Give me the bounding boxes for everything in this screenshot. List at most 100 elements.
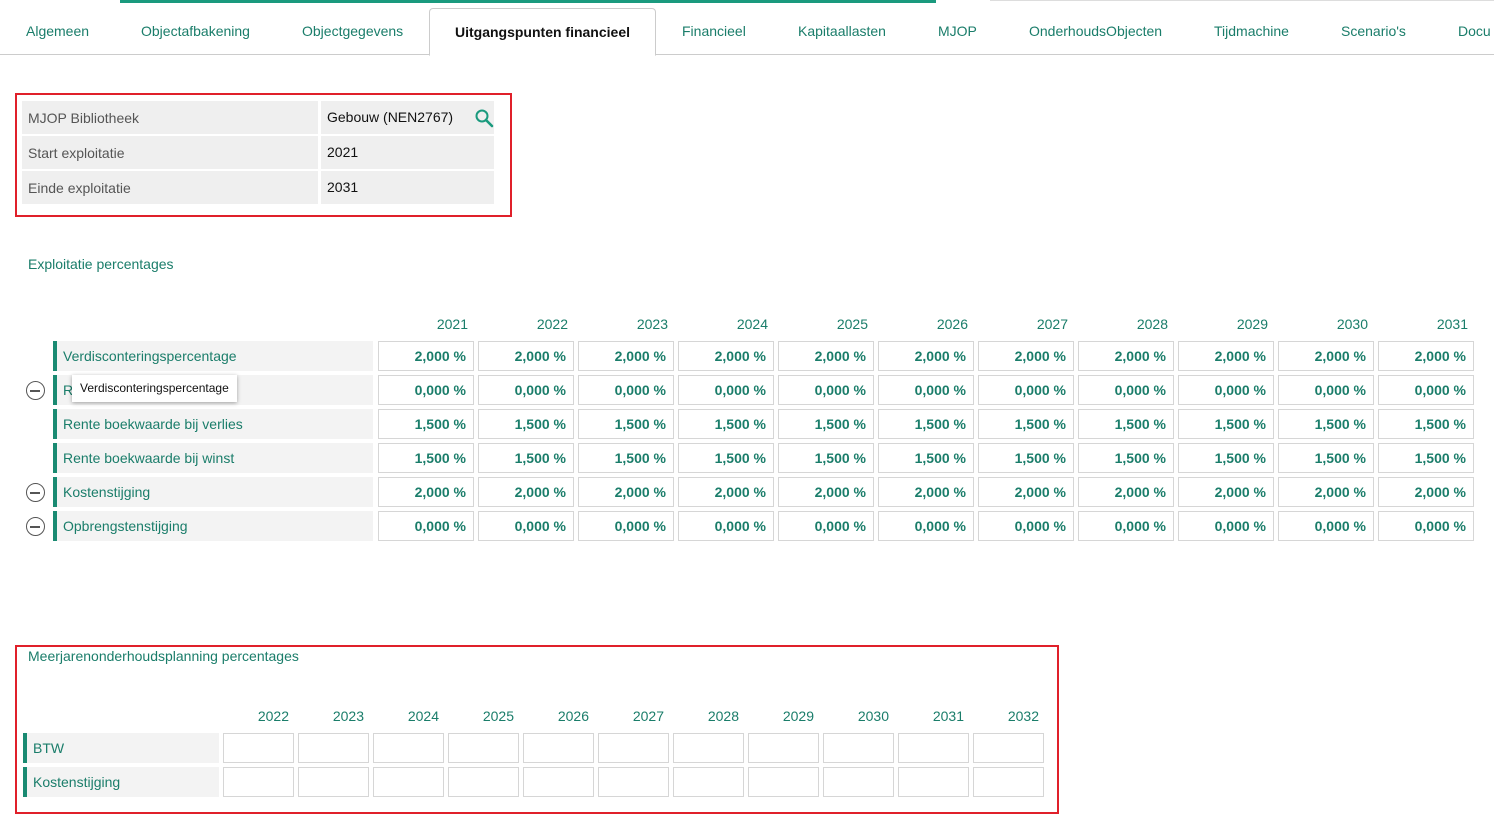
tab-onderhoudsobjecten[interactable]: OnderhoudsObjecten: [1029, 8, 1162, 55]
exploitatie-percentage-cell[interactable]: 1,500 %: [1178, 409, 1274, 439]
exploitatie-percentage-cell[interactable]: 2,000 %: [678, 341, 774, 371]
exploitatie-percentage-cell[interactable]: 1,500 %: [478, 443, 574, 473]
mjop-percentage-cell[interactable]: [673, 733, 744, 763]
tab-objectafbakening[interactable]: Objectafbakening: [141, 8, 250, 55]
mjop-percentage-cell[interactable]: [598, 767, 669, 797]
exploitatie-percentage-cell[interactable]: 2,000 %: [1378, 477, 1474, 507]
exploitatie-percentage-cell[interactable]: 1,500 %: [1078, 443, 1174, 473]
search-icon[interactable]: [474, 108, 494, 128]
exploitatie-percentage-cell[interactable]: 2,000 %: [478, 341, 574, 371]
tab-tijdmachine[interactable]: Tijdmachine: [1214, 8, 1289, 55]
exploitatie-percentage-cell[interactable]: 0,000 %: [378, 511, 474, 541]
einde-exploitatie-value[interactable]: 2031: [321, 171, 494, 204]
tab-financieel[interactable]: Financieel: [682, 8, 746, 55]
mjop-percentage-cell[interactable]: [298, 767, 369, 797]
exploitatie-percentage-cell[interactable]: 0,000 %: [878, 511, 974, 541]
exploitatie-percentage-cell[interactable]: 2,000 %: [878, 477, 974, 507]
exploitatie-percentage-cell[interactable]: 0,000 %: [1078, 511, 1174, 541]
exploitatie-percentage-cell[interactable]: 2,000 %: [1078, 341, 1174, 371]
exploitatie-percentage-cell[interactable]: 2,000 %: [1378, 341, 1474, 371]
exploitatie-percentage-cell[interactable]: 0,000 %: [1278, 375, 1374, 405]
exploitatie-percentage-cell[interactable]: 1,500 %: [578, 409, 674, 439]
exploitatie-percentage-cell[interactable]: 2,000 %: [1078, 477, 1174, 507]
exploitatie-percentage-cell[interactable]: 1,500 %: [578, 443, 674, 473]
remove-row-icon[interactable]: [26, 483, 45, 502]
tab-mjop[interactable]: MJOP: [938, 8, 977, 55]
exploitatie-percentage-cell[interactable]: 0,000 %: [978, 375, 1074, 405]
exploitatie-percentage-cell[interactable]: 2,000 %: [1278, 341, 1374, 371]
exploitatie-percentage-cell[interactable]: 0,000 %: [678, 375, 774, 405]
exploitatie-percentage-cell[interactable]: 0,000 %: [578, 511, 674, 541]
mjop-percentage-cell[interactable]: [598, 733, 669, 763]
exploitatie-percentage-cell[interactable]: 1,500 %: [1378, 409, 1474, 439]
exploitatie-percentage-cell[interactable]: 0,000 %: [478, 511, 574, 541]
exploitatie-percentage-cell[interactable]: 1,500 %: [678, 409, 774, 439]
mjop-percentage-cell[interactable]: [898, 733, 969, 763]
exploitatie-percentage-cell[interactable]: 0,000 %: [478, 375, 574, 405]
exploitatie-percentage-cell[interactable]: 0,000 %: [1178, 375, 1274, 405]
exploitatie-percentage-cell[interactable]: 2,000 %: [778, 341, 874, 371]
exploitatie-percentage-cell[interactable]: 1,500 %: [478, 409, 574, 439]
exploitatie-percentage-cell[interactable]: 2,000 %: [1178, 477, 1274, 507]
exploitatie-percentage-cell[interactable]: 0,000 %: [578, 375, 674, 405]
mjop-percentage-cell[interactable]: [523, 767, 594, 797]
exploitatie-percentage-cell[interactable]: 0,000 %: [1078, 375, 1174, 405]
remove-row-icon[interactable]: [26, 517, 45, 536]
mjop-percentage-cell[interactable]: [223, 733, 294, 763]
mjop-percentage-cell[interactable]: [823, 767, 894, 797]
exploitatie-percentage-cell[interactable]: 1,500 %: [878, 443, 974, 473]
exploitatie-percentage-cell[interactable]: 2,000 %: [978, 477, 1074, 507]
mjop-percentage-cell[interactable]: [748, 767, 819, 797]
mjop-percentage-cell[interactable]: [973, 767, 1044, 797]
exploitatie-percentage-cell[interactable]: 1,500 %: [778, 443, 874, 473]
mjop-percentage-cell[interactable]: [748, 733, 819, 763]
mjop-percentage-cell[interactable]: [673, 767, 744, 797]
tab-algemeen[interactable]: Algemeen: [26, 8, 89, 55]
exploitatie-percentage-cell[interactable]: 1,500 %: [378, 443, 474, 473]
exploitatie-percentage-cell[interactable]: 1,500 %: [978, 443, 1074, 473]
exploitatie-percentage-cell[interactable]: 1,500 %: [678, 443, 774, 473]
exploitatie-percentage-cell[interactable]: 2,000 %: [378, 341, 474, 371]
exploitatie-percentage-cell[interactable]: 0,000 %: [1278, 511, 1374, 541]
exploitatie-percentage-cell[interactable]: 0,000 %: [978, 511, 1074, 541]
exploitatie-percentage-cell[interactable]: 1,500 %: [1278, 409, 1374, 439]
exploitatie-percentage-cell[interactable]: 2,000 %: [878, 341, 974, 371]
mjop-percentage-cell[interactable]: [298, 733, 369, 763]
exploitatie-percentage-cell[interactable]: 1,500 %: [978, 409, 1074, 439]
exploitatie-percentage-cell[interactable]: 1,500 %: [878, 409, 974, 439]
mjop-percentage-cell[interactable]: [448, 733, 519, 763]
exploitatie-percentage-cell[interactable]: 2,000 %: [778, 477, 874, 507]
tab-uitgangspunten-financieel[interactable]: Uitgangspunten financieel: [429, 8, 656, 56]
tab-objectgegevens[interactable]: Objectgegevens: [302, 8, 403, 55]
exploitatie-percentage-cell[interactable]: 1,500 %: [1178, 443, 1274, 473]
remove-row-icon[interactable]: [26, 381, 45, 400]
exploitatie-percentage-cell[interactable]: 2,000 %: [578, 477, 674, 507]
mjop-percentage-cell[interactable]: [373, 767, 444, 797]
exploitatie-percentage-cell[interactable]: 0,000 %: [778, 511, 874, 541]
mjop-percentage-cell[interactable]: [973, 733, 1044, 763]
mjop-percentage-cell[interactable]: [898, 767, 969, 797]
exploitatie-percentage-cell[interactable]: 2,000 %: [1278, 477, 1374, 507]
mjop-percentage-cell[interactable]: [523, 733, 594, 763]
exploitatie-percentage-cell[interactable]: 2,000 %: [578, 341, 674, 371]
exploitatie-percentage-cell[interactable]: 0,000 %: [378, 375, 474, 405]
tab-documenten[interactable]: Docu: [1458, 8, 1491, 55]
exploitatie-percentage-cell[interactable]: 1,500 %: [378, 409, 474, 439]
exploitatie-percentage-cell[interactable]: 0,000 %: [778, 375, 874, 405]
exploitatie-percentage-cell[interactable]: 2,000 %: [1178, 341, 1274, 371]
exploitatie-percentage-cell[interactable]: 0,000 %: [678, 511, 774, 541]
mjop-percentage-cell[interactable]: [373, 733, 444, 763]
tab-kapitaallasten[interactable]: Kapitaallasten: [798, 8, 886, 55]
exploitatie-percentage-cell[interactable]: 1,500 %: [1378, 443, 1474, 473]
exploitatie-percentage-cell[interactable]: 1,500 %: [1078, 409, 1174, 439]
exploitatie-percentage-cell[interactable]: 0,000 %: [1178, 511, 1274, 541]
exploitatie-percentage-cell[interactable]: 1,500 %: [1278, 443, 1374, 473]
mjop-percentage-cell[interactable]: [448, 767, 519, 797]
exploitatie-percentage-cell[interactable]: 0,000 %: [1378, 375, 1474, 405]
exploitatie-percentage-cell[interactable]: 2,000 %: [678, 477, 774, 507]
exploitatie-percentage-cell[interactable]: 2,000 %: [478, 477, 574, 507]
start-exploitatie-value[interactable]: 2021: [321, 136, 494, 169]
exploitatie-percentage-cell[interactable]: 2,000 %: [378, 477, 474, 507]
exploitatie-percentage-cell[interactable]: 1,500 %: [778, 409, 874, 439]
mjop-percentage-cell[interactable]: [223, 767, 294, 797]
